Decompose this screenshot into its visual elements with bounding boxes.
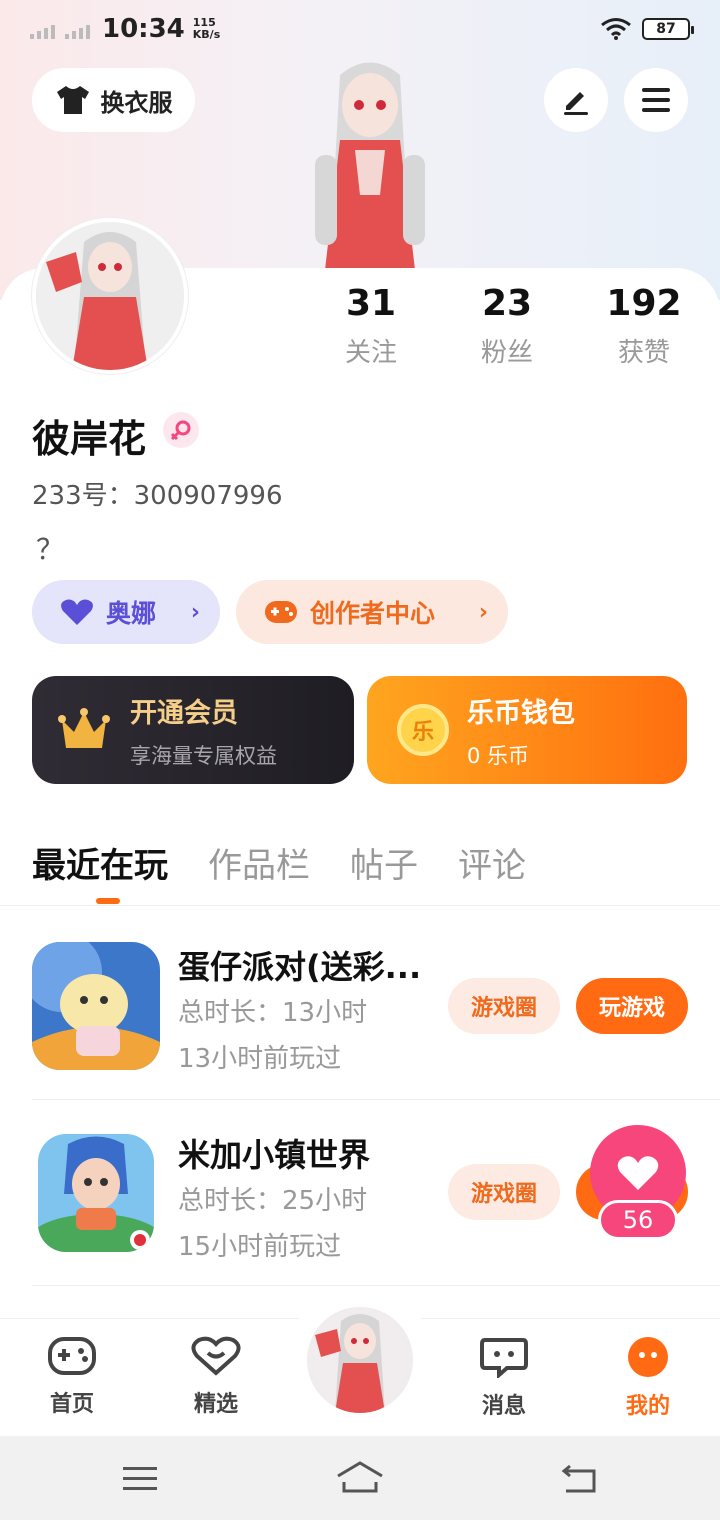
tab-posts[interactable]: 帖子 xyxy=(350,838,418,887)
tab-recently-played[interactable]: 最近在玩 xyxy=(32,838,168,887)
female-icon xyxy=(163,412,199,448)
stat-likes-label: 获赞 xyxy=(617,338,670,368)
stat-following-value: 31 xyxy=(345,283,397,324)
status-time: 10:34 xyxy=(102,14,185,44)
nav-featured[interactable]: 精选 xyxy=(171,1336,261,1418)
change-outfit-button[interactable]: 换衣服 xyxy=(32,68,195,132)
chevron-right-icon: › xyxy=(190,599,200,625)
stat-following[interactable]: 31 关注 xyxy=(316,284,426,369)
edit-button[interactable] xyxy=(544,68,608,132)
menu-button[interactable] xyxy=(624,68,688,132)
tab-indicator xyxy=(96,898,120,904)
message-icon xyxy=(480,1338,528,1380)
wallet-card[interactable]: 乐 乐币钱包 0 乐币 xyxy=(367,676,687,784)
profile-avatar[interactable] xyxy=(32,218,188,374)
stat-fans-label: 粉丝 xyxy=(480,338,533,368)
vip-card[interactable]: 开通会员 享海量专属权益 xyxy=(32,676,354,784)
game-name: 米加小镇世界 xyxy=(178,1136,371,1174)
game-circle-button[interactable]: 游戏圈 xyxy=(448,978,560,1034)
gamepad-icon xyxy=(48,1337,96,1375)
divider xyxy=(0,905,720,906)
character-figure[interactable] xyxy=(285,55,455,270)
heart-icon xyxy=(617,1156,659,1190)
user-bio: ？ xyxy=(36,533,65,566)
hamburger-icon xyxy=(642,88,670,112)
menu-icon[interactable] xyxy=(122,1466,158,1492)
gamepad-icon xyxy=(265,601,297,623)
nav-home[interactable]: 首页 xyxy=(27,1336,117,1418)
row-divider xyxy=(32,1285,720,1286)
avatar-image xyxy=(307,1307,413,1413)
game-row[interactable]: 蛋仔派对(送彩... 总时长：13小时 13小时前玩过 游戏圈 玩游戏 xyxy=(32,942,688,1092)
coin-char: 乐 xyxy=(411,720,434,745)
nav-profile-label: 我的 xyxy=(625,1394,670,1419)
heart-chat-icon xyxy=(191,1336,241,1376)
stat-following-label: 关注 xyxy=(344,338,397,368)
stat-fans[interactable]: 23 粉丝 xyxy=(452,284,562,369)
username: 彼岸花 xyxy=(32,417,147,461)
vip-subtitle: 享海量专属权益 xyxy=(130,743,277,768)
ona-button[interactable]: 奥娜 › xyxy=(32,580,220,644)
game-icon-miga xyxy=(38,1134,154,1252)
nav-avatar-button[interactable] xyxy=(304,1304,416,1416)
creator-center-label: 创作者中心 xyxy=(310,599,436,628)
game-total-time: 总时长：25小时 xyxy=(178,1186,368,1216)
stat-likes-value: 192 xyxy=(606,283,682,324)
ona-label: 奥娜 xyxy=(106,599,157,628)
nav-home-label: 首页 xyxy=(49,1392,94,1417)
game-icon-eggy xyxy=(32,942,160,1070)
tab-comments[interactable]: 评论 xyxy=(458,838,526,887)
net-speed-unit: KB/s xyxy=(192,28,221,41)
system-nav-bar xyxy=(0,1436,720,1520)
avatar-image xyxy=(36,222,184,370)
chevron-right-icon: › xyxy=(478,599,488,625)
profile-tabs: 最近在玩 作品栏 帖子 评论 xyxy=(32,838,526,887)
change-outfit-label: 换衣服 xyxy=(100,88,173,117)
wifi-icon xyxy=(601,18,631,40)
net-speed: 115 KB/s xyxy=(193,17,220,41)
stat-fans-value: 23 xyxy=(481,283,533,324)
signal-icon xyxy=(30,19,90,39)
creator-center-button[interactable]: 创作者中心 › xyxy=(236,580,508,644)
game-last-played: 15小时前玩过 xyxy=(178,1232,342,1262)
profile-dots-icon xyxy=(628,1337,668,1377)
tab-works[interactable]: 作品栏 xyxy=(208,838,310,887)
nav-featured-label: 精选 xyxy=(193,1392,238,1417)
game-circle-button[interactable]: 游戏圈 xyxy=(448,1164,560,1220)
user-id[interactable]: 233号：300907996 xyxy=(32,475,283,512)
play-game-button[interactable]: 玩游戏 xyxy=(576,978,688,1034)
row-divider xyxy=(32,1099,720,1100)
like-count: 56 xyxy=(598,1200,678,1240)
tshirt-icon xyxy=(56,86,89,114)
battery-level: 87 xyxy=(656,21,676,37)
back-icon[interactable] xyxy=(560,1462,598,1494)
heart-icon xyxy=(61,599,93,625)
battery-icon: 87 xyxy=(642,18,694,40)
nav-messages-label: 消息 xyxy=(481,1394,526,1419)
game-row[interactable]: 米加小镇世界 总时长：25小时 15小时前玩过 游戏圈 玩游戏 xyxy=(32,1130,688,1280)
coin-icon: 乐 xyxy=(397,704,449,756)
wallet-balance: 0 乐币 xyxy=(467,743,530,768)
vip-title: 开通会员 xyxy=(130,697,238,729)
pencil-icon xyxy=(564,92,588,115)
game-total-time: 总时长：13小时 xyxy=(178,998,368,1028)
crown-icon xyxy=(58,708,110,748)
nav-messages[interactable]: 消息 xyxy=(459,1336,549,1420)
wallet-title: 乐币钱包 xyxy=(467,697,575,729)
home-icon[interactable] xyxy=(336,1460,384,1494)
game-name: 蛋仔派对(送彩... xyxy=(178,948,422,986)
status-bar: 10:34 115 KB/s 87 xyxy=(0,0,720,58)
nav-profile[interactable]: 我的 xyxy=(603,1336,693,1420)
game-last-played: 13小时前玩过 xyxy=(178,1044,342,1074)
stat-likes[interactable]: 192 获赞 xyxy=(589,284,699,369)
